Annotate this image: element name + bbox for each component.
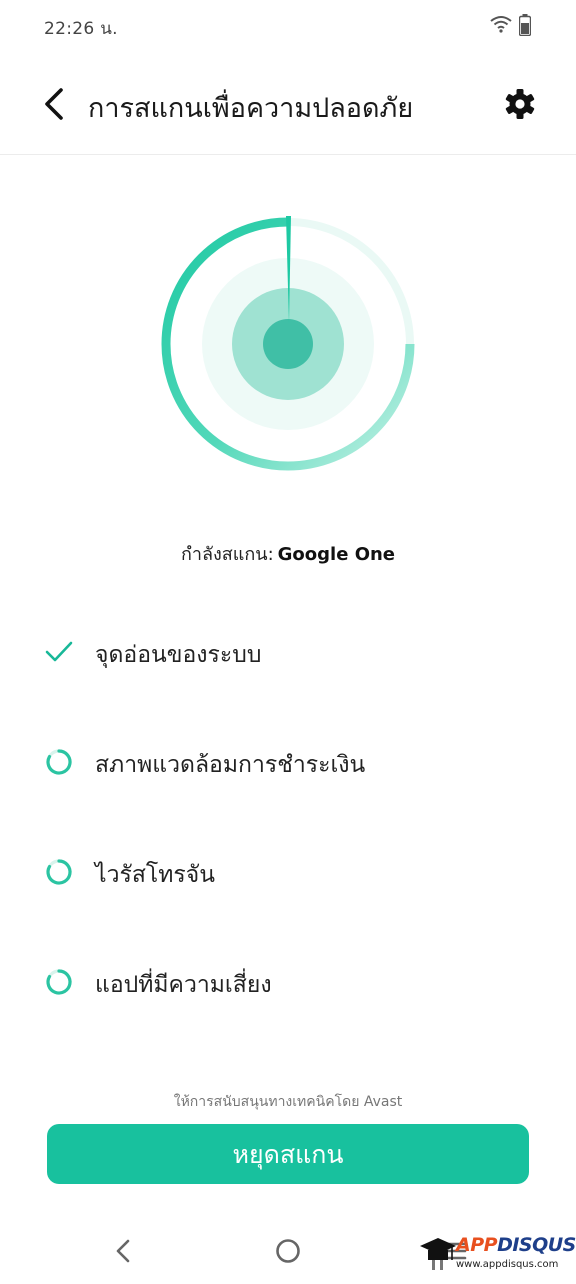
check-item-label: ไวรัสโทรจัน bbox=[95, 862, 215, 888]
wifi-icon bbox=[490, 14, 512, 38]
graduation-cap-icon bbox=[418, 1232, 458, 1276]
scanning-app-name: Google One bbox=[277, 544, 396, 565]
nav-back-button[interactable] bbox=[108, 1235, 140, 1267]
watermark-url: www.appdisqus.com bbox=[456, 1259, 559, 1270]
nav-back-icon bbox=[116, 1239, 130, 1263]
nav-home-button[interactable] bbox=[272, 1235, 304, 1267]
scan-radar bbox=[158, 214, 418, 478]
check-item-label: จุดอ่อนของระบบ bbox=[95, 642, 262, 668]
status-time: 22:26 น. bbox=[44, 19, 118, 39]
page-title: การสแกนเพื่อความปลอดภัย bbox=[88, 93, 414, 124]
stop-scan-button[interactable]: หยุดสแกน bbox=[47, 1124, 529, 1184]
appdisqus-watermark: APPDISQUS www.appdisqus.com bbox=[416, 1232, 576, 1276]
loading-spinner-icon bbox=[45, 748, 73, 776]
check-item-risky-apps: แอปที่มีความเสี่ยง bbox=[0, 930, 576, 1040]
scan-status-prefix: กำลังสแกน: bbox=[180, 544, 274, 565]
powered-by-text: ให้การสนับสนุนทางเทคนิคโดย Avast bbox=[173, 1094, 403, 1110]
nav-home-icon bbox=[276, 1239, 300, 1263]
check-item-system-vulnerabilities: จุดอ่อนของระบบ bbox=[0, 600, 576, 710]
app-bar: การสแกนเพื่อความปลอดภัย bbox=[0, 52, 576, 155]
check-item-trojan-virus: ไวรัสโทรจัน bbox=[0, 820, 576, 930]
check-item-label: สภาพแวดล้อมการชำระเงิน bbox=[95, 752, 366, 778]
loading-spinner-icon bbox=[45, 968, 73, 996]
radar-core bbox=[263, 319, 313, 369]
checkmark-icon bbox=[45, 638, 73, 666]
scan-status-text: กำลังสแกน: Google One bbox=[0, 539, 576, 568]
check-item-payment-environment: สภาพแวดล้อมการชำระเงิน bbox=[0, 710, 576, 820]
loading-spinner-icon bbox=[45, 858, 73, 886]
settings-button[interactable] bbox=[498, 82, 542, 126]
back-button[interactable] bbox=[30, 80, 78, 128]
watermark-logo: APPDISQUS bbox=[456, 1234, 576, 1256]
back-arrow-icon bbox=[45, 88, 63, 120]
battery-icon bbox=[518, 14, 532, 40]
status-bar: 22:26 น. bbox=[0, 0, 576, 52]
check-item-label: แอปที่มีความเสี่ยง bbox=[95, 972, 272, 998]
gear-icon bbox=[505, 89, 535, 119]
